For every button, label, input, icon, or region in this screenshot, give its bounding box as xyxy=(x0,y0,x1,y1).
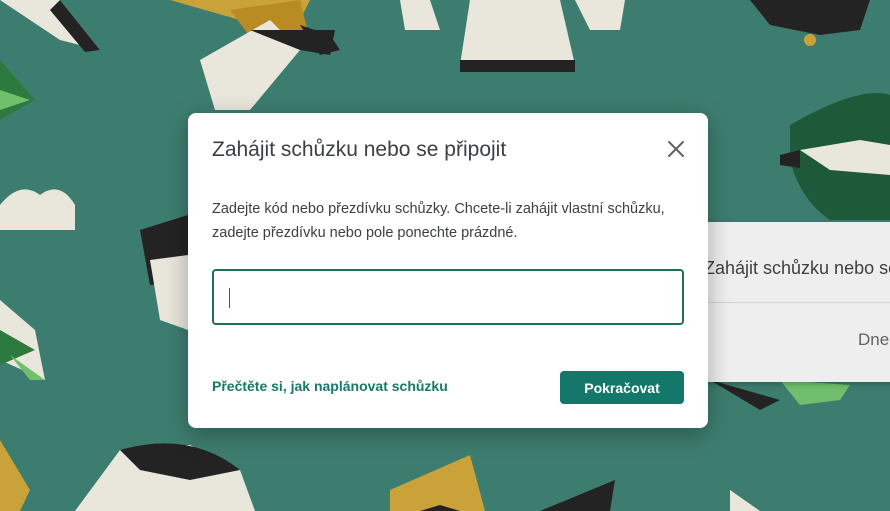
meeting-code-field xyxy=(212,269,684,325)
text-caret xyxy=(229,288,230,308)
background-card-title: Zahájit schůzku nebo se připojit xyxy=(704,258,890,278)
background-card-date-label: Dne xyxy=(858,330,890,349)
join-meeting-dialog: Zahájit schůzku nebo se připojit Zadejte… xyxy=(188,113,708,428)
background-card: Zahájit schůzku nebo se připojit Dne xyxy=(690,222,890,382)
dialog-description: Zadejte kód nebo přezdívku schůzky. Chce… xyxy=(212,201,665,241)
close-icon xyxy=(668,141,684,157)
meeting-code-input[interactable] xyxy=(214,271,682,323)
continue-button[interactable]: Pokračovat xyxy=(560,371,684,404)
schedule-help-link[interactable]: Přečtěte si, jak naplánovat schůzku xyxy=(212,378,448,394)
dialog-title: Zahájit schůzku nebo se připojit xyxy=(212,138,507,161)
close-button[interactable] xyxy=(660,133,692,165)
divider xyxy=(690,302,890,303)
